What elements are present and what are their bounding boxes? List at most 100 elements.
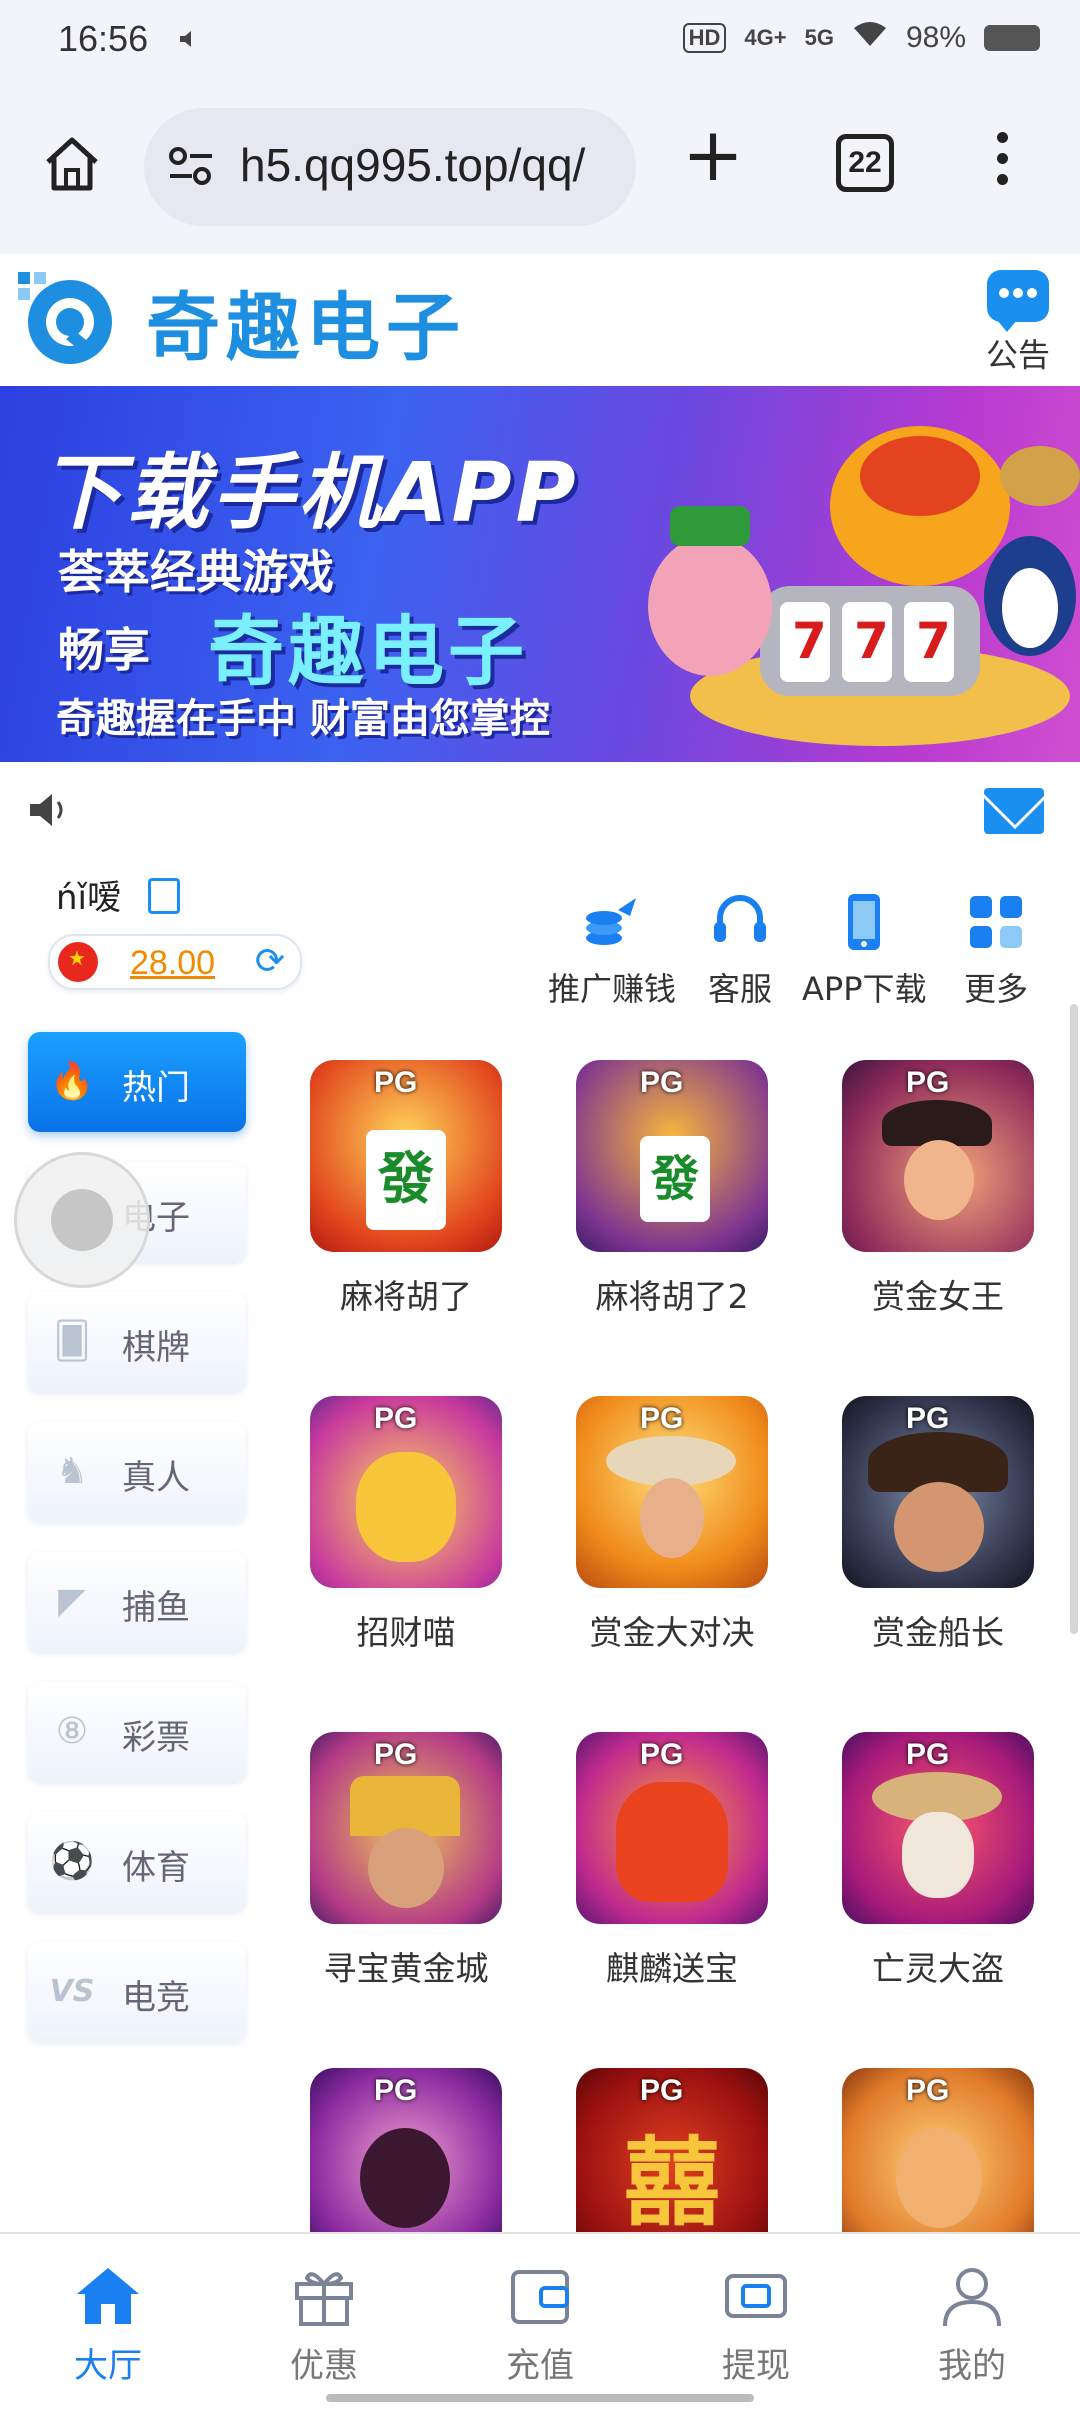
game-thumbnail: PG — [576, 1396, 768, 1588]
headset-icon — [708, 890, 772, 954]
nav-label: 我的 — [938, 2346, 1006, 2386]
pg-badge: PG — [640, 1738, 684, 1771]
site-settings-icon[interactable] — [166, 144, 216, 188]
category-cards[interactable]: 🂠 棋牌 — [28, 1292, 246, 1392]
game-name: 寻宝黄金城 — [323, 1949, 489, 1988]
game-tile[interactable]: PG 發 麻将胡了 — [310, 1060, 502, 1318]
wallet-icon — [505, 2264, 575, 2328]
game-tile[interactable]: PG 赏金女王 — [842, 1060, 1034, 1318]
address-bar[interactable]: h5.qq995.top/qq/ — [144, 108, 636, 226]
banner-line2-prefix: 畅享 — [58, 623, 150, 677]
user-icon — [937, 2264, 1007, 2328]
game-tile[interactable]: PG 寻宝黄金城 — [310, 1732, 502, 1990]
dealer-icon: ♞ — [55, 1451, 89, 1492]
quick-actions: 推广赚钱 客服 APP下载 更多 — [540, 890, 1080, 1010]
logo-icon — [14, 266, 118, 370]
category-label: 彩票 — [122, 1718, 190, 1758]
wifi-icon — [852, 20, 888, 56]
pg-badge: PG — [906, 1402, 950, 1435]
banner-slogan: 奇趣握在手中 财富由您掌控 — [56, 696, 550, 742]
pg-badge: PG — [374, 1738, 418, 1771]
game-tile[interactable]: PG 赏金大对决 — [576, 1396, 768, 1654]
game-thumbnail: PG — [842, 1396, 1034, 1588]
bottom-navigation: 大厅 优惠 充值 提现 我的 — [0, 2232, 1080, 2410]
category-label: 捕鱼 — [122, 1588, 190, 1628]
category-hot[interactable]: 🔥 热门 — [28, 1032, 246, 1132]
home-icon[interactable] — [40, 132, 104, 196]
nav-lobby[interactable]: 大厅 — [48, 2264, 168, 2387]
nav-deposit[interactable]: 充值 — [480, 2264, 600, 2387]
status-bar: 16:56 HD 4G+ 5G 98% — [0, 0, 1080, 90]
fish-icon: ◤ — [58, 1581, 86, 1622]
announcement-label: 公告 — [985, 336, 1050, 374]
game-thumbnail: PG — [842, 1060, 1034, 1252]
pg-badge: PG — [374, 2074, 418, 2107]
pg-badge: PG — [374, 1066, 418, 1099]
soccer-ball-icon: ⚽ — [49, 1841, 95, 1882]
nav-label: 优惠 — [290, 2346, 358, 2386]
pg-badge: PG — [640, 1066, 684, 1099]
more-menu-icon[interactable] — [990, 132, 1014, 192]
more-button[interactable]: 更多 — [964, 890, 1028, 1010]
hd-badge: HD — [682, 23, 727, 53]
status-indicators: HD 4G+ 5G 98% — [682, 20, 1040, 56]
category-esports[interactable]: VS 电竞 — [28, 1942, 246, 2042]
pg-badge: PG — [374, 1402, 418, 1435]
pg-badge: PG — [906, 1738, 950, 1771]
game-thumbnail: PG 發 — [576, 1060, 768, 1252]
category-sports[interactable]: ⚽ 体育 — [28, 1812, 246, 1912]
game-name: 麻将胡了2 — [595, 1277, 749, 1316]
category-label: 棋牌 — [122, 1328, 190, 1368]
customer-service-button[interactable]: 客服 — [708, 890, 772, 1010]
new-tab-icon[interactable]: + — [680, 118, 746, 192]
phone-icon — [832, 890, 896, 954]
svg-text:7: 7 — [854, 612, 889, 670]
game-tile[interactable]: PG 赏金船长 — [842, 1396, 1034, 1654]
browser-toolbar: h5.qq995.top/qq/ + 22 — [0, 90, 1080, 256]
game-thumbnail: PG — [310, 1396, 502, 1588]
game-tile[interactable]: PG 發 麻将胡了2 — [576, 1060, 768, 1318]
copy-icon[interactable] — [148, 878, 180, 914]
status-time: 16:56 — [58, 18, 149, 59]
app-download-label: APP下载 — [802, 970, 927, 1008]
scrollbar[interactable] — [1070, 1004, 1078, 1634]
category-label: 体育 — [122, 1848, 190, 1888]
network-5g: 5G — [804, 25, 834, 50]
fire-icon: 🔥 — [49, 1061, 95, 1102]
game-name: 麻将胡了 — [340, 1277, 472, 1316]
category-fishing[interactable]: ◤ 捕鱼 — [28, 1552, 246, 1652]
withdraw-icon — [721, 2264, 791, 2328]
banner-brand: 奇趣电子 — [208, 607, 528, 696]
tab-switcher-button[interactable]: 22 — [836, 134, 894, 192]
app-download-button[interactable]: APP下载 — [802, 890, 927, 1010]
nav-withdraw[interactable]: 提现 — [696, 2264, 816, 2387]
gesture-home-indicator[interactable] — [326, 2394, 754, 2402]
nav-label: 大厅 — [74, 2346, 142, 2386]
game-tile[interactable]: PG 招财喵 — [310, 1396, 502, 1654]
nav-label: 充值 — [506, 2346, 574, 2386]
game-name: 亡灵大盗 — [872, 1949, 1004, 1988]
floating-assistive-button[interactable] — [14, 1152, 150, 1288]
banner-title: 下载手机APP — [40, 446, 580, 541]
speaker-icon — [26, 790, 72, 830]
game-tile[interactable]: PG 亡灵大盗 — [842, 1732, 1034, 1990]
game-name: 赏金船长 — [872, 1613, 1004, 1652]
cards-icon: 🂠 — [53, 1321, 91, 1362]
site-logo-text: 奇趣电子 — [146, 285, 466, 371]
category-label: 真人 — [122, 1458, 190, 1498]
pg-badge: PG — [640, 2074, 684, 2107]
pg-badge: PG — [906, 2074, 950, 2107]
promo-banner[interactable]: 下载手机APP 荟萃经典游戏 畅享 奇趣电子 奇趣握在手中 财富由您掌控 7 7… — [0, 386, 1080, 762]
category-lottery[interactable]: ⑧ 彩票 — [28, 1682, 246, 1782]
nav-profile[interactable]: 我的 — [912, 2264, 1032, 2387]
chat-bubble-icon — [987, 270, 1049, 332]
promote-earn-button[interactable]: 推广赚钱 — [548, 890, 676, 1010]
mail-icon[interactable] — [984, 788, 1044, 834]
category-live[interactable]: ♞ 真人 — [28, 1422, 246, 1522]
announcement-button[interactable]: 公告 — [980, 270, 1056, 376]
game-thumbnail: PG — [310, 1732, 502, 1924]
nav-promotions[interactable]: 优惠 — [264, 2264, 384, 2387]
game-tile[interactable]: PG 麒麟送宝 — [576, 1732, 768, 1990]
refresh-balance-icon[interactable]: ⟳ — [250, 942, 290, 982]
more-label: 更多 — [964, 970, 1029, 1008]
